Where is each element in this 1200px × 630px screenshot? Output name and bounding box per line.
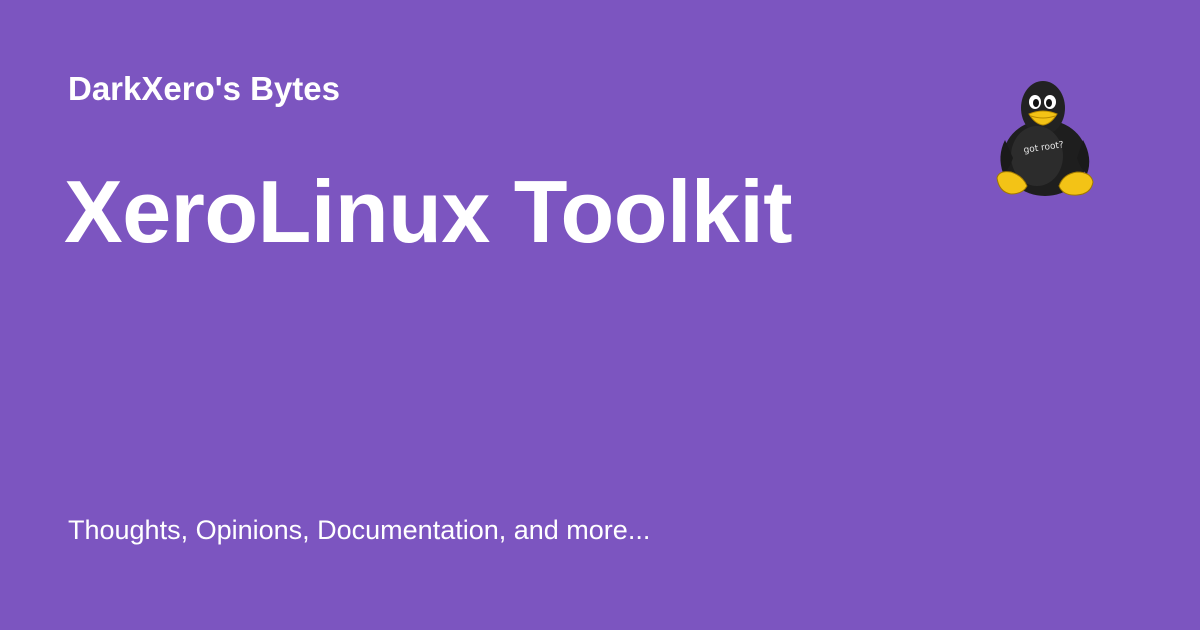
site-name: DarkXero's Bytes [68, 70, 340, 107]
site-tagline: Thoughts, Opinions, Documentation, and m… [68, 515, 651, 545]
social-card: DarkXero's Bytes XeroLinux Toolkit Thoug… [0, 0, 1200, 630]
page-title: XeroLinux Toolkit [64, 162, 793, 261]
tux-penguin-icon: got root? [995, 78, 1095, 200]
